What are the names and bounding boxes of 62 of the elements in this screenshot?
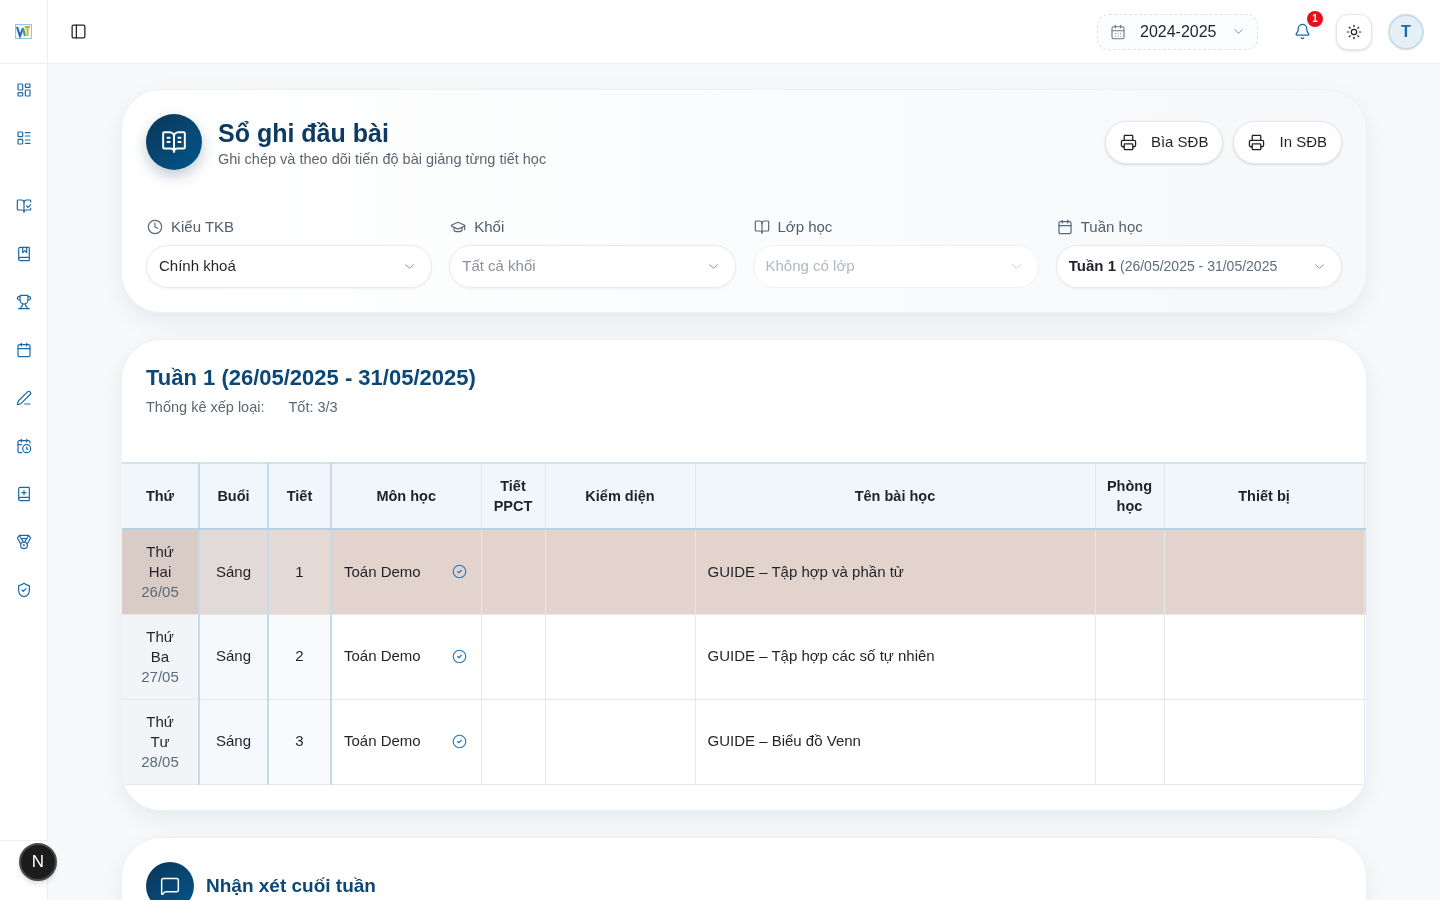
table-cell: 3 bbox=[268, 699, 331, 784]
select-field[interactable]: Tuần 1 (26/05/2025 - 31/05/2025 bbox=[1055, 245, 1342, 288]
stats-value: Tốt: 3/3 bbox=[288, 398, 338, 417]
date-text: 28/05 bbox=[140, 751, 180, 772]
medal-icon[interactable] bbox=[15, 534, 32, 550]
section-title: Nhận xét cuối tuần bbox=[206, 873, 376, 898]
date-text: 27/05 bbox=[140, 666, 180, 687]
table-cell: Sáng bbox=[199, 614, 268, 699]
day-name: Thứ Ba bbox=[145, 626, 175, 667]
logo-icon[interactable] bbox=[15, 24, 32, 39]
book-plus-icon[interactable] bbox=[15, 486, 32, 502]
notification-badge: 1 bbox=[1307, 10, 1323, 27]
page-subtitle: Ghi chép và theo dõi tiến độ bài giảng từng tiết học bbox=[218, 150, 547, 169]
select-field[interactable]: Chính khoá bbox=[146, 245, 433, 288]
calendar-icon[interactable] bbox=[15, 342, 32, 358]
list-icon[interactable] bbox=[15, 130, 32, 146]
filter-label: Khối bbox=[474, 217, 505, 237]
table-row[interactable]: Thứ Ba 27/05 Sáng 2 Toán Demo GUIDE – Tập hợp các số tự nhiên bbox=[122, 614, 1366, 699]
stats-label: Thống kê xếp loại: bbox=[146, 398, 265, 417]
filter-label: Tuần học bbox=[1080, 217, 1143, 237]
pen-icon[interactable] bbox=[15, 390, 32, 406]
shield-check-icon[interactable] bbox=[15, 582, 32, 598]
page-title: Sổ ghi đầu bài bbox=[218, 118, 389, 149]
table-cell: GUIDE – Tập hợp các số tự nhiên bbox=[695, 614, 1095, 699]
date-text: 26/05 bbox=[140, 581, 180, 602]
bell-icon[interactable] bbox=[1293, 23, 1311, 40]
table-cell: 2 bbox=[268, 614, 331, 699]
calendar-clock-icon[interactable] bbox=[15, 438, 32, 454]
printer-icon bbox=[1119, 134, 1137, 151]
printer-icon bbox=[1248, 134, 1266, 151]
trophy-icon[interactable] bbox=[15, 294, 32, 310]
table-row[interactable]: Thứ Tư 28/05 Sáng 3 Toán Demo GUIDE – Biểu đồ Venn bbox=[122, 699, 1366, 784]
subject-name: Toán Demo bbox=[344, 646, 421, 667]
print-button[interactable]: Bìa SĐB bbox=[1104, 121, 1224, 164]
calendar-icon bbox=[1056, 219, 1073, 235]
day-name: Thứ Tư bbox=[145, 711, 175, 752]
subject-name: Toán Demo bbox=[344, 731, 421, 752]
clock-icon bbox=[147, 219, 163, 235]
bookmarked-book-icon[interactable] bbox=[15, 246, 32, 262]
book-icon bbox=[146, 114, 202, 170]
user-avatar[interactable]: T bbox=[1388, 13, 1424, 50]
table-cell: Sáng bbox=[199, 699, 268, 784]
subject-name: Toán Demo bbox=[344, 561, 421, 582]
book-check-icon[interactable] bbox=[15, 198, 32, 214]
table-cell: GUIDE – Biểu đồ Venn bbox=[695, 699, 1095, 784]
filter-label: Lớp học bbox=[777, 217, 833, 237]
dashboard-icon[interactable] bbox=[15, 82, 32, 98]
calendar-icon bbox=[1110, 23, 1126, 40]
table-cell: GUIDE – Tập hợp và phần tử bbox=[695, 529, 1095, 614]
table-row[interactable]: Thứ Hai 26/05 Sáng 1 Toán Demo GUIDE – Tập hợp và phần tử bbox=[122, 529, 1366, 614]
theme-toggle-button[interactable] bbox=[1336, 13, 1372, 50]
year-select[interactable]: 2024-2025 bbox=[1097, 13, 1258, 50]
table-cell: Sáng bbox=[199, 529, 268, 614]
filter-label: Kiểu TKB bbox=[171, 217, 235, 237]
print-button[interactable]: In SĐB bbox=[1233, 121, 1342, 164]
table-cell: 1 bbox=[268, 529, 331, 614]
day-name: Thứ Hai bbox=[145, 541, 175, 582]
book-icon bbox=[753, 219, 770, 235]
week-title: Tuần 1 (26/05/2025 - 31/05/2025) bbox=[146, 364, 476, 392]
sidebar-toggle-icon[interactable] bbox=[70, 23, 87, 40]
sun-icon bbox=[1346, 23, 1362, 40]
graduation-cap-icon bbox=[450, 219, 467, 235]
